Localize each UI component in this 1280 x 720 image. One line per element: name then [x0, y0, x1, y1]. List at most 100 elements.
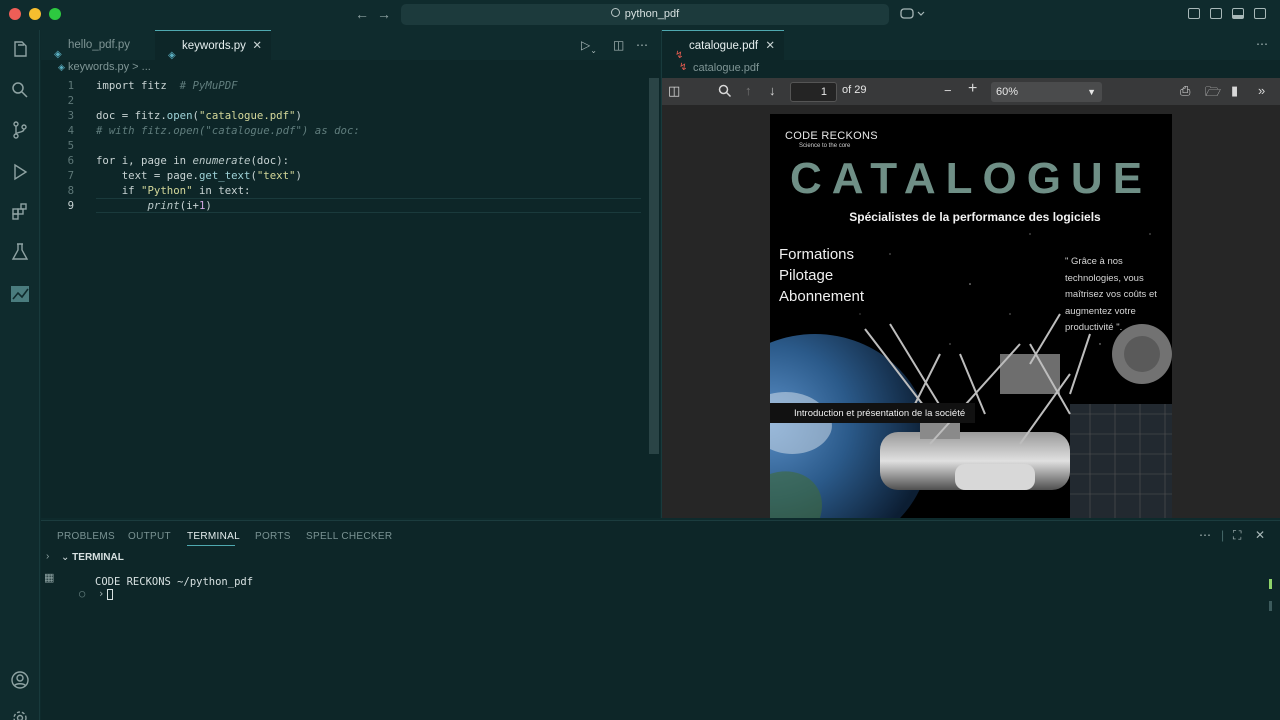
- copilot-icon[interactable]: [900, 7, 926, 21]
- more-actions-icon[interactable]: ⋯: [1199, 528, 1211, 542]
- editor-scrollbar[interactable]: [649, 78, 659, 454]
- pdf-breadcrumb[interactable]: ↯ catalogue.pdf: [662, 60, 1280, 78]
- window-maximize-button[interactable]: [49, 8, 61, 20]
- tab-catalogue-pdf[interactable]: ↯ catalogue.pdf ✕: [662, 30, 784, 61]
- line-number: 5: [67, 139, 74, 152]
- previous-page-icon[interactable]: ↑: [745, 83, 752, 98]
- code-text: for i, page in enumerate(doc):: [96, 153, 289, 168]
- tab-ports[interactable]: PORTS: [255, 531, 291, 542]
- prompt-status-icon: ○: [79, 588, 98, 600]
- line-number: 7: [67, 169, 74, 182]
- search-icon[interactable]: [10, 80, 30, 100]
- code-token: "text": [256, 169, 296, 182]
- terminal-section-header[interactable]: ⌄ TERMINAL: [61, 552, 124, 563]
- run-python-icon[interactable]: ▷ ⌄: [581, 38, 597, 55]
- tools-chevron-icon[interactable]: »: [1258, 83, 1265, 98]
- active-tab-indicator: [187, 545, 235, 546]
- toggle-sidebar-icon[interactable]: [1210, 8, 1222, 19]
- code-token: in text:: [192, 184, 251, 197]
- back-arrow-icon[interactable]: ←: [355, 6, 369, 22]
- code-token: print: [147, 199, 180, 212]
- cover-menu-item: Formations: [779, 246, 855, 263]
- terminal-tool-icon[interactable]: ▦: [44, 571, 54, 584]
- code-token: ): [295, 109, 302, 122]
- tab-problems[interactable]: PROBLEMS: [57, 531, 115, 542]
- code-token: "Python": [141, 184, 193, 197]
- forward-arrow-icon[interactable]: →: [377, 6, 391, 22]
- next-page-icon[interactable]: ↓: [769, 83, 776, 98]
- code-token: get_text: [198, 169, 251, 182]
- more-actions-icon[interactable]: ⋯: [636, 38, 648, 52]
- close-icon[interactable]: ✕: [765, 31, 775, 61]
- cover-menu-item: Pilotage: [779, 267, 834, 284]
- toggle-panel-icon[interactable]: [1232, 8, 1244, 19]
- more-actions-icon[interactable]: ⋯: [1256, 37, 1268, 51]
- tab-terminal[interactable]: TERMINAL: [187, 531, 240, 542]
- close-panel-icon[interactable]: ✕: [1255, 528, 1265, 542]
- pdf-toolbar: ◫ ↑ ↓ 1 of 29 − + 60% ▼ ⎙ 🗁 ▮ »: [662, 78, 1280, 105]
- cover-intro: Introduction et présentation de la socié…: [794, 408, 966, 419]
- code-token: doc = fitz.: [96, 109, 167, 122]
- line-number: 6: [67, 154, 74, 167]
- explorer-icon[interactable]: [10, 40, 30, 60]
- split-editor-icon[interactable]: ◫: [613, 38, 624, 52]
- terminal-cursor: [107, 588, 114, 600]
- code-token: # PyMuPDF: [179, 79, 238, 92]
- cover-brand: CODE RECKONS: [785, 130, 878, 142]
- line-number: 4: [67, 124, 74, 137]
- zoom-select[interactable]: 60% ▼: [991, 82, 1102, 102]
- code-token: import fitz: [96, 79, 180, 92]
- accounts-icon[interactable]: [10, 670, 30, 690]
- close-icon[interactable]: ✕: [252, 31, 262, 61]
- search-text: python_pdf: [624, 8, 680, 20]
- chevron-right-icon[interactable]: ›: [46, 551, 49, 562]
- cover-title: CATALOGUE: [789, 154, 1153, 203]
- breadcrumb[interactable]: ◈ keywords.py > ...: [58, 61, 151, 73]
- run-debug-icon[interactable]: [10, 162, 30, 182]
- chart-extension-icon[interactable]: [10, 284, 30, 304]
- testing-icon[interactable]: [10, 242, 30, 262]
- code-text: import fitz # PyMuPDF: [96, 78, 238, 93]
- line-number: 9: [67, 199, 74, 212]
- activity-bar: [0, 30, 40, 720]
- search-icon[interactable]: [718, 84, 732, 98]
- zoom-out-icon[interactable]: −: [944, 83, 952, 98]
- print-icon[interactable]: ⎙: [1180, 83, 1190, 99]
- pdf-page[interactable]: CODE RECKONS Science to the core CATALOG…: [770, 114, 1172, 518]
- terminal-prompt-line: CODE RECKONS ~/python_pdf: [95, 576, 254, 588]
- terminal-input-line[interactable]: ○ ›: [79, 588, 114, 600]
- page-number-input[interactable]: 1: [790, 82, 837, 102]
- bookmark-icon[interactable]: ▮: [1231, 83, 1238, 99]
- gear-icon[interactable]: [10, 708, 30, 720]
- extensions-icon[interactable]: [10, 202, 30, 222]
- window-close-button[interactable]: [9, 8, 21, 20]
- code-token: text = page.: [96, 169, 199, 182]
- source-control-icon[interactable]: [10, 120, 30, 140]
- toggle-secondary-sidebar-icon[interactable]: [1254, 8, 1266, 19]
- tab-hello-pdf[interactable]: ◈ hello_pdf.py: [41, 30, 157, 60]
- cover-subtitle: Spécialistes de la performance des logic…: [849, 210, 1101, 224]
- zoom-in-icon[interactable]: +: [968, 80, 977, 98]
- maximize-panel-icon[interactable]: ⛶: [1233, 528, 1241, 543]
- line-number: 8: [67, 184, 74, 197]
- window-minimize-button[interactable]: [29, 8, 41, 20]
- editor-tab-bar: ◈ hello_pdf.py ◈ keywords.py ✕ ▷ ⌄ ◫ ⋯: [41, 30, 660, 61]
- editor-group-left: ◈ hello_pdf.py ◈ keywords.py ✕ ▷ ⌄ ◫ ⋯ ◈ …: [41, 30, 660, 518]
- tab-output[interactable]: OUTPUT: [128, 531, 171, 542]
- code-token: ): [295, 169, 302, 182]
- layout-toggle-icon[interactable]: [1188, 8, 1200, 19]
- code-token: enumerate: [192, 154, 251, 167]
- tab-spell-checker[interactable]: SPELL CHECKER: [306, 531, 392, 542]
- tab-label: hello_pdf.py: [68, 39, 131, 51]
- pdf-tab-bar: ↯ catalogue.pdf ✕ ⋯: [662, 30, 1280, 61]
- line-number: 1: [67, 79, 74, 92]
- sidebar-toggle-icon[interactable]: ◫: [668, 83, 680, 99]
- open-file-icon[interactable]: 🗁: [1205, 83, 1221, 105]
- pdf-file-icon: ↯: [679, 62, 688, 73]
- code-text: doc = fitz.open("catalogue.pdf"): [96, 108, 302, 123]
- tab-label: keywords.py: [182, 40, 246, 52]
- tab-keywords[interactable]: ◈ keywords.py ✕: [155, 30, 271, 61]
- scroll-indicator: [1269, 601, 1272, 611]
- command-center-search[interactable]: python_pdf: [401, 4, 889, 25]
